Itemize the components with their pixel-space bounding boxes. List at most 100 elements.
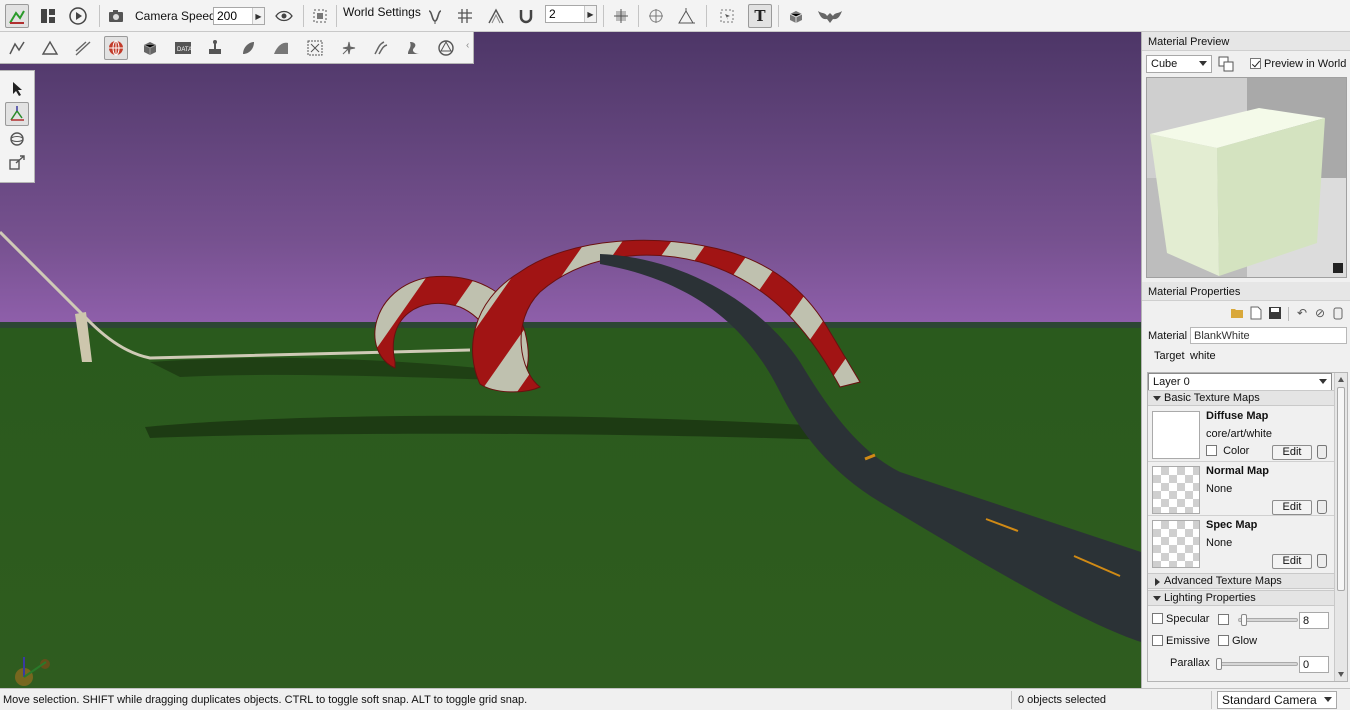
basic-texture-maps-section[interactable]: Basic Texture Maps <box>1148 390 1335 406</box>
normal-delete-icon[interactable] <box>1317 500 1327 514</box>
material-preview-viewport[interactable] <box>1146 77 1347 278</box>
object-center-icon[interactable] <box>609 4 633 28</box>
world-settings-label[interactable]: World Settings <box>343 5 421 19</box>
specular-checkbox[interactable] <box>1152 613 1163 624</box>
diffuse-color-checkbox[interactable] <box>1206 445 1217 456</box>
text-icon[interactable]: T <box>748 4 772 28</box>
bat-icon[interactable] <box>816 4 844 28</box>
eye-icon[interactable] <box>272 4 296 28</box>
move-tool-icon[interactable] <box>5 102 29 126</box>
undo-icon[interactable]: ↶ <box>1294 305 1310 321</box>
decal-icon[interactable] <box>303 36 327 60</box>
spin-right-icon[interactable]: ▶ <box>584 6 596 22</box>
river-icon[interactable] <box>203 36 227 60</box>
editor-window: Camera Speed ▶ World Settings ▶ <box>0 0 1350 710</box>
chevron-down-icon <box>1153 596 1161 601</box>
spin-right-icon[interactable]: ▶ <box>252 8 264 24</box>
preview-background-icon[interactable] <box>1218 56 1234 72</box>
select-arrow-icon[interactable] <box>5 77 29 101</box>
diffuse-color-toggle[interactable]: Color <box>1206 445 1249 457</box>
status-separator <box>1011 691 1012 709</box>
cube-icon[interactable] <box>138 36 162 60</box>
spec-edit-button[interactable]: Edit <box>1272 554 1312 569</box>
select-icon[interactable] <box>715 4 739 28</box>
material-properties-scroll[interactable]: Layer 0 Basic Texture Maps Diffuse Map c… <box>1147 372 1348 682</box>
camera-speed-field[interactable]: ▶ <box>213 7 265 25</box>
lighting-properties-section[interactable]: Lighting Properties <box>1148 590 1335 606</box>
delete-material-icon[interactable] <box>1330 305 1346 321</box>
specular-color-swatch[interactable] <box>1218 614 1229 625</box>
paint-icon[interactable] <box>402 36 426 60</box>
diffuse-edit-button[interactable]: Edit <box>1272 445 1312 460</box>
camera-icon[interactable] <box>104 4 128 28</box>
gui-editor-icon[interactable] <box>36 4 60 28</box>
preview-in-world-toggle[interactable]: Preview in World <box>1250 58 1346 70</box>
world-editor-icon[interactable] <box>5 4 29 28</box>
properties-scrollbar[interactable] <box>1334 373 1347 681</box>
normal-map-thumbnail[interactable] <box>1152 466 1200 514</box>
parallax-value-field[interactable]: 0 <box>1299 656 1329 673</box>
diffuse-map-thumbnail[interactable] <box>1152 411 1200 459</box>
mesh-road-icon[interactable] <box>269 36 293 60</box>
scrollbar-thumb[interactable] <box>1337 387 1345 591</box>
parallax-label: Parallax <box>1170 657 1210 669</box>
fit-view-icon[interactable] <box>308 4 332 28</box>
scroll-down-icon[interactable] <box>1338 672 1344 677</box>
emissive-toggle[interactable]: Emissive <box>1152 635 1210 647</box>
gizmo-tool-strip <box>0 70 35 183</box>
diffuse-delete-icon[interactable] <box>1317 445 1327 459</box>
advanced-texture-maps-section[interactable]: Advanced Texture Maps <box>1148 573 1335 589</box>
spec-delete-icon[interactable] <box>1317 554 1327 568</box>
particle-icon[interactable] <box>337 36 361 60</box>
magnet-icon[interactable] <box>514 4 538 28</box>
new-file-icon[interactable] <box>1248 305 1264 321</box>
play-icon[interactable] <box>66 4 90 28</box>
clear-icon[interactable]: ⊘ <box>1312 305 1328 321</box>
snap-amount-field[interactable]: ▶ <box>545 5 597 23</box>
scale-tool-icon[interactable] <box>5 151 29 175</box>
bounds-icon[interactable] <box>484 4 508 28</box>
object-icon[interactable] <box>5 36 29 60</box>
datablock-icon[interactable]: DATA <box>171 36 195 60</box>
palette-collapse-icon[interactable]: ‹ <box>466 40 472 56</box>
preview-shape-select[interactable]: Cube <box>1146 55 1212 73</box>
axis-icon[interactable] <box>674 4 698 28</box>
emissive-label: Emissive <box>1166 635 1211 647</box>
emissive-checkbox[interactable] <box>1152 635 1163 646</box>
scene-viewport[interactable] <box>0 32 1141 688</box>
svg-text:DATA: DATA <box>177 47 192 53</box>
scroll-up-icon[interactable] <box>1338 377 1344 382</box>
camera-mode-select[interactable]: Standard Camera <box>1217 691 1337 709</box>
section-title: Basic Texture Maps <box>1164 392 1260 404</box>
terrain-paint-icon[interactable] <box>369 36 393 60</box>
target-value: white <box>1190 350 1216 362</box>
forest-icon[interactable] <box>236 36 260 60</box>
specular-value-field[interactable]: 8 <box>1299 612 1329 629</box>
rotate-tool-icon[interactable] <box>5 127 29 151</box>
grid-icon[interactable] <box>453 4 477 28</box>
prefab-icon[interactable] <box>784 4 808 28</box>
road-icon[interactable] <box>71 36 95 60</box>
terrain-snap-icon[interactable] <box>423 4 447 28</box>
slider-knob[interactable] <box>1216 658 1222 670</box>
spec-map-thumbnail[interactable] <box>1152 520 1200 568</box>
specular-toggle[interactable]: Specular <box>1152 613 1209 625</box>
terrain-icon[interactable] <box>38 36 62 60</box>
normal-edit-button[interactable]: Edit <box>1272 500 1312 515</box>
open-folder-icon[interactable] <box>1229 305 1245 321</box>
glow-checkbox[interactable] <box>1218 635 1229 646</box>
chevron-down-icon <box>1199 61 1207 66</box>
convex-icon[interactable] <box>434 36 458 60</box>
preview-in-world-checkbox[interactable] <box>1250 58 1261 69</box>
layer-select[interactable]: Layer 0 <box>1148 373 1332 391</box>
inspector-panel: Material Preview Cube Preview in World M… <box>1141 32 1350 688</box>
world-center-icon[interactable] <box>644 4 668 28</box>
save-icon[interactable] <box>1267 305 1283 321</box>
material-name-field[interactable]: BlankWhite <box>1190 327 1347 344</box>
specular-slider[interactable] <box>1238 614 1298 626</box>
glow-toggle[interactable]: Glow <box>1218 635 1257 647</box>
diffuse-map-path: core/art/white <box>1206 428 1273 440</box>
parallax-slider[interactable] <box>1216 658 1298 670</box>
sphere-icon[interactable] <box>104 36 128 60</box>
slider-knob[interactable] <box>1241 614 1247 626</box>
